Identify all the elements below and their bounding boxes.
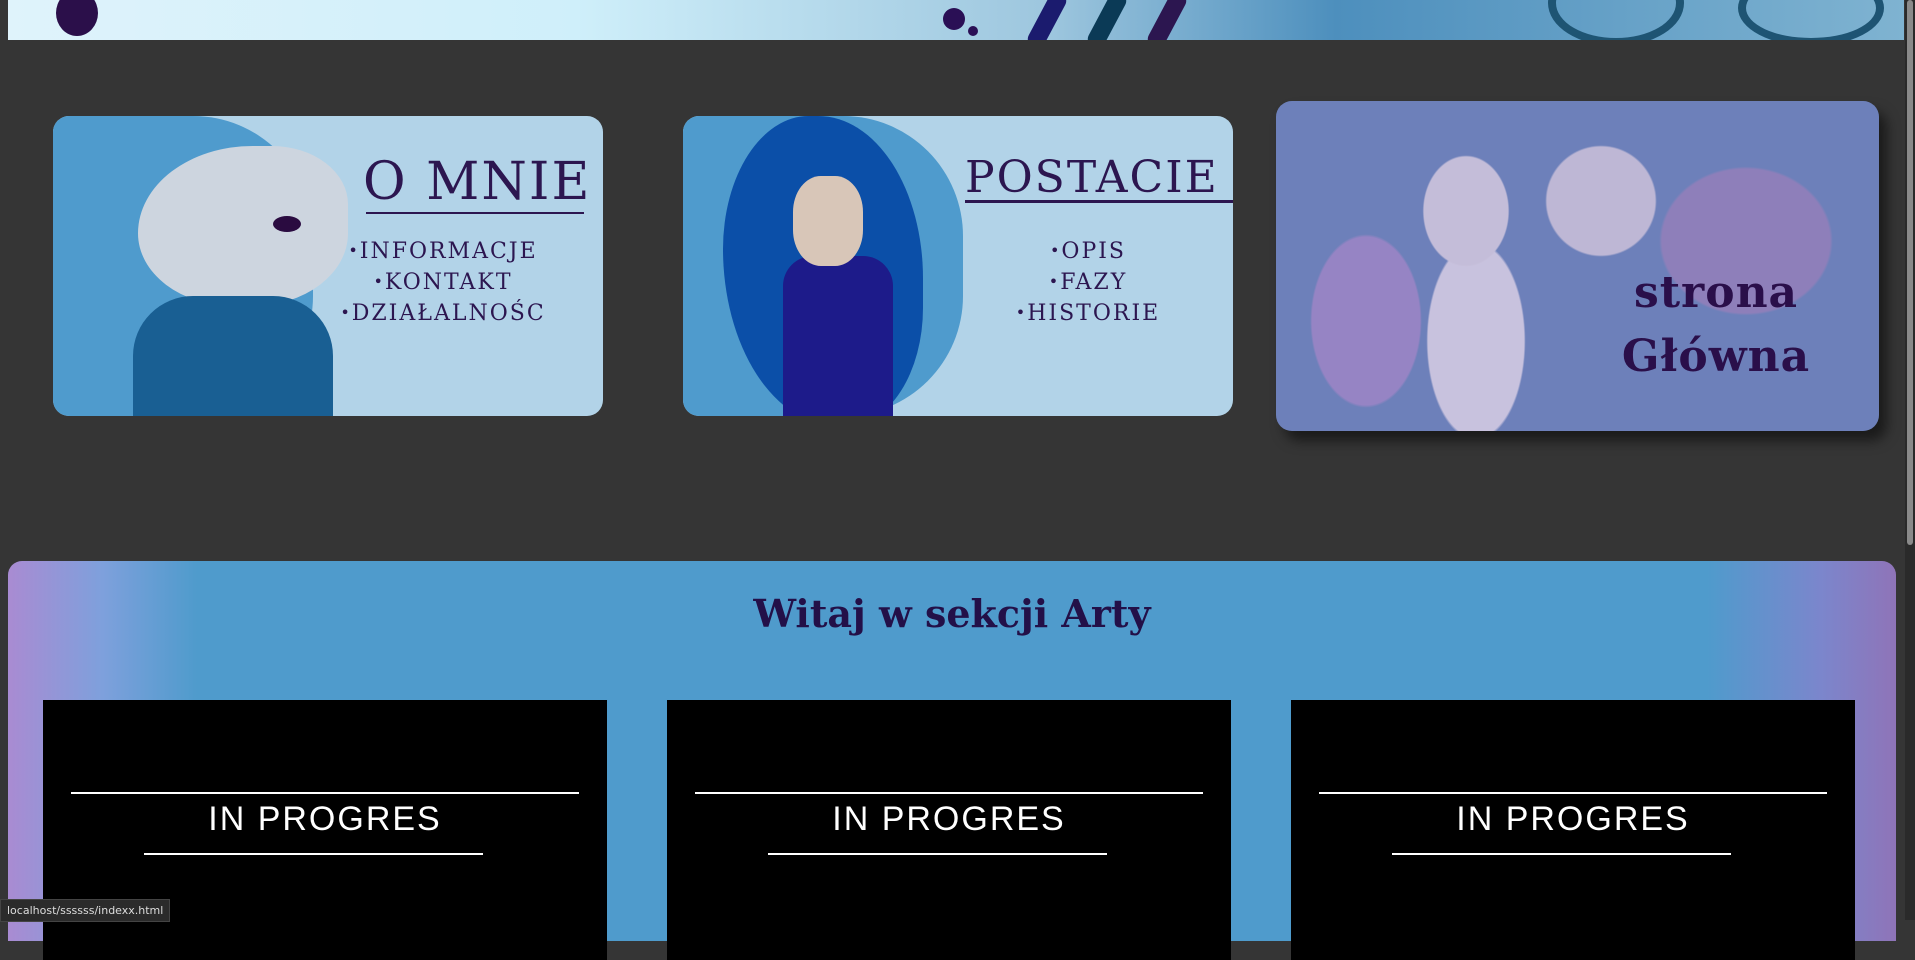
banner-art-shape bbox=[56, 0, 98, 36]
card-title-line: Główna bbox=[1621, 331, 1811, 382]
tile-label: IN PROGRES bbox=[1456, 800, 1690, 838]
card-link-list: OPIS FAZY HISTORIE bbox=[988, 236, 1188, 329]
art-tile[interactable]: IN PROGRES bbox=[1291, 700, 1855, 960]
card-link-item[interactable]: OPIS bbox=[988, 236, 1188, 267]
status-bar-url: localhost/ssssss/indexx.html bbox=[0, 899, 171, 922]
divider bbox=[1319, 792, 1827, 794]
card-title: strona Główna bbox=[1566, 261, 1866, 389]
tile-label: IN PROGRES bbox=[208, 800, 442, 838]
banner-art-stroke bbox=[1024, 0, 1070, 40]
nav-card-characters[interactable]: POSTACIE OPIS FAZY HISTORIE bbox=[683, 116, 1233, 416]
divider bbox=[695, 792, 1203, 794]
card-link-item[interactable]: INFORMACJE bbox=[323, 236, 563, 267]
card-title: POSTACIE bbox=[965, 152, 1219, 203]
nav-card-home[interactable]: strona Główna bbox=[1276, 101, 1879, 431]
card-title: O MNIE bbox=[363, 152, 592, 212]
art-tile[interactable]: IN PROGRES bbox=[667, 700, 1231, 960]
banner-art-stroke bbox=[1084, 0, 1130, 40]
divider bbox=[1392, 853, 1731, 855]
tile-label: IN PROGRES bbox=[832, 800, 1066, 838]
card-link-item[interactable]: DZIAŁALNOŚC bbox=[323, 298, 563, 329]
scrollbar-thumb[interactable] bbox=[1907, 0, 1913, 545]
character-illustration-body bbox=[133, 296, 333, 416]
banner-art-dot bbox=[943, 8, 965, 30]
character-illustration-body bbox=[783, 256, 893, 416]
divider bbox=[71, 792, 579, 794]
card-link-list: INFORMACJE KONTAKT DZIAŁALNOŚC bbox=[323, 236, 563, 329]
card-link-item[interactable]: HISTORIE bbox=[988, 298, 1188, 329]
title-underline bbox=[366, 212, 584, 214]
card-link-item[interactable]: FAZY bbox=[988, 267, 1188, 298]
nav-card-about[interactable]: O MNIE INFORMACJE KONTAKT DZIAŁALNOŚC bbox=[53, 116, 603, 416]
character-illustration-eye bbox=[273, 216, 301, 232]
banner-art-stroke bbox=[1144, 0, 1190, 40]
card-link-item[interactable]: KONTAKT bbox=[323, 267, 563, 298]
divider bbox=[144, 853, 483, 855]
divider bbox=[768, 853, 1107, 855]
title-underline bbox=[965, 200, 1233, 203]
scrollbar-track[interactable] bbox=[1905, 0, 1915, 920]
banner-art-ring bbox=[1738, 0, 1884, 40]
banner-art-dot bbox=[968, 26, 978, 36]
character-illustration-face bbox=[793, 176, 863, 266]
art-section: Witaj w sekcji Arty IN PROGRES IN PROGRE… bbox=[8, 561, 1896, 960]
header-banner bbox=[8, 0, 1904, 40]
card-title-line: strona bbox=[1633, 267, 1799, 318]
section-title: Witaj w sekcji Arty bbox=[753, 591, 1151, 636]
banner-art-ring bbox=[1548, 0, 1684, 40]
